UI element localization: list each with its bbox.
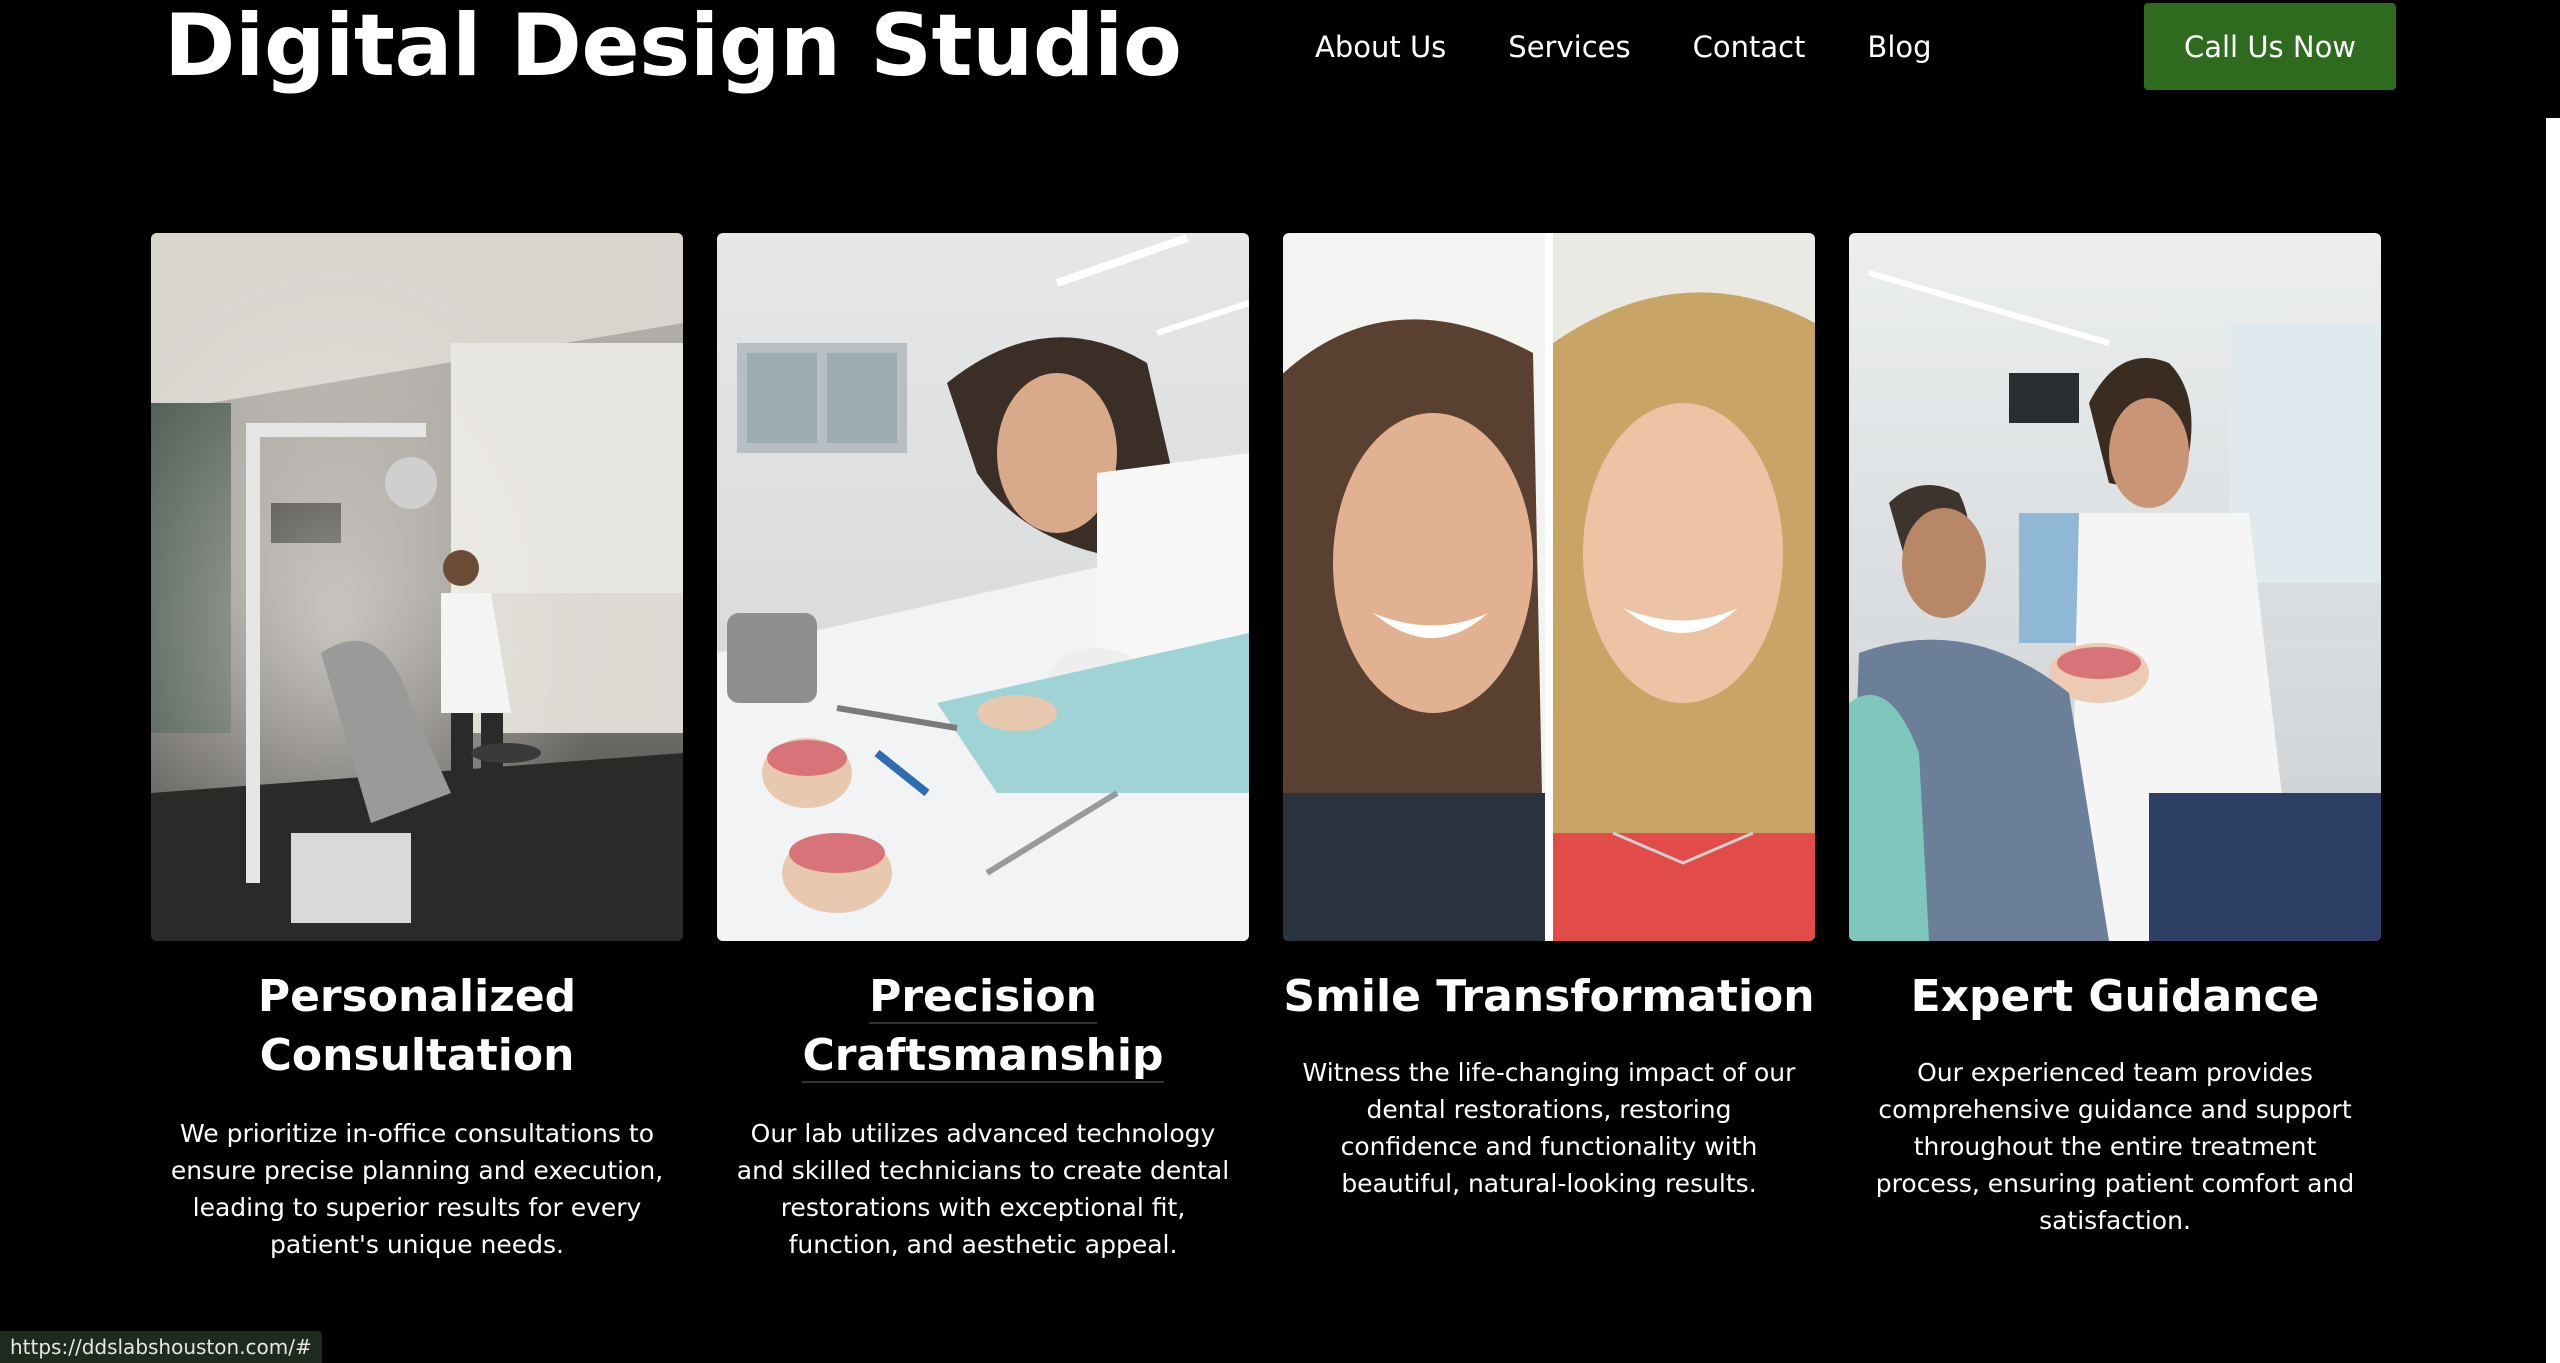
card-title-expert-guidance: Expert Guidance [1910, 971, 2320, 1022]
feature-card-expert-guidance: Expert Guidance Our experienced team pro… [1849, 233, 2381, 1239]
card-text-smile-transformation: Witness the life-changing impact of our … [1302, 1058, 1796, 1198]
card-title-line: Consultation [259, 1030, 575, 1081]
nav-link-services[interactable]: Services [1508, 24, 1630, 70]
dental-office-illustration [151, 233, 683, 941]
card-text-expert-guidance: Our experienced team provides comprehens… [1875, 1058, 2355, 1235]
feature-card-consultation: Personalized Consultation We prioritize … [151, 233, 683, 1263]
patient-guidance-photo [1849, 233, 2381, 941]
feature-card-smile-transformation: Smile Transformation Witness the life-ch… [1283, 233, 1815, 1202]
main-nav: About Us Services Contact Blog [1315, 24, 1932, 70]
card-text-craftsmanship: Our lab utilizes advanced technology and… [736, 1119, 1230, 1259]
nav-link-contact[interactable]: Contact [1693, 24, 1806, 70]
card-title-line: Precision [869, 971, 1097, 1024]
page: Digital Design Studio About Us Services … [0, 0, 2560, 1363]
dental-lab-photo [717, 233, 1249, 941]
call-us-now-button[interactable]: Call Us Now [2144, 3, 2396, 90]
card-title-consultation: Personalized Consultation [151, 967, 683, 1085]
site-title[interactable]: Digital Design Studio [164, 0, 1182, 92]
card-title-smile-transformation: Smile Transformation [1283, 971, 1815, 1022]
before-after-illustration [1283, 233, 1815, 941]
card-title-line: Personalized [257, 971, 577, 1022]
dental-office-photo [151, 233, 683, 941]
card-text-consultation: We prioritize in-office consultations to… [170, 1119, 664, 1259]
feature-card-craftsmanship: Precision Craftsmanship Our lab utilizes… [717, 233, 1249, 1263]
patient-guidance-illustration [1849, 233, 2381, 941]
card-title-craftsmanship: Precision Craftsmanship [717, 967, 1249, 1085]
dental-lab-illustration [717, 233, 1249, 941]
status-bar-url: https://ddslabshouston.com/# [0, 1331, 322, 1363]
scrollbar-edge [2546, 118, 2560, 1363]
nav-link-blog[interactable]: Blog [1867, 24, 1931, 70]
nav-link-about-us[interactable]: About Us [1315, 24, 1446, 70]
card-title-line: Craftsmanship [802, 1030, 1164, 1083]
before-after-smile-photo [1283, 233, 1815, 941]
